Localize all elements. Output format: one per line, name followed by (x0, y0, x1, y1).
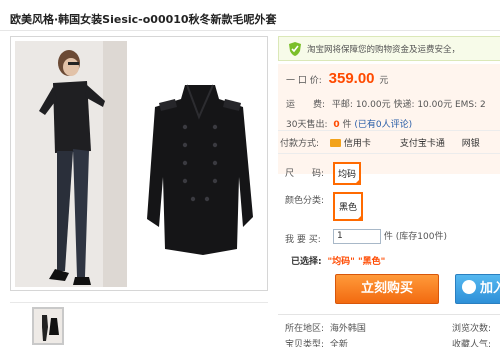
location-value: 海外韩国 (329, 324, 366, 334)
buy-now-button[interactable]: 立刻购买 (335, 274, 439, 304)
price-label: 一 口 价: (286, 76, 322, 86)
quantity-label: 我 要 买: (285, 235, 321, 245)
color-label: 颜色分类: (285, 196, 325, 206)
title-divider (0, 30, 500, 31)
views-label: 浏览次数: (452, 324, 492, 334)
add-to-cart-label: 加入 (480, 281, 500, 296)
payment-method-alipay[interactable]: 支付宝卡通 (400, 139, 445, 149)
shipping-row: 运 费: 平邮: 10.00元 快递: 10.00元 EMS: 2 (286, 97, 486, 110)
jacket-photo (135, 77, 265, 277)
sales-unit: 件 (342, 120, 352, 130)
location-label: 所在地区: (285, 324, 325, 334)
product-title: 欧美风格·韩国女装Siesic-o00010秋冬新款毛呢外套 (10, 13, 277, 26)
type-value: 全新 (329, 340, 348, 347)
selected-corner-icon (356, 214, 364, 221)
selected-row: 已选择: "均码" "黑色" (291, 254, 385, 267)
stock-text: (库存100件) (395, 232, 447, 242)
payment-method-credit[interactable]: 信用卡 (344, 139, 371, 149)
sales-count: 0 (333, 120, 340, 130)
color-option-label: 黑色 (339, 203, 358, 213)
price-row: 一 口 价: 359.00 元 (286, 70, 388, 87)
price-unit: 元 (379, 76, 389, 86)
cart-icon (462, 280, 476, 294)
selected-label: 已选择: (291, 257, 322, 267)
shipping-text: 平邮: 10.00元 快递: 10.00元 EMS: 2 (331, 100, 486, 110)
guarantee-text: 淘宝网将保障您的购物资金及运费安全， (307, 45, 461, 55)
sales-label: 30天售出: (286, 120, 328, 130)
main-product-image[interactable] (10, 36, 268, 291)
reviews-link[interactable]: (已有0人评论) (354, 120, 412, 130)
size-option[interactable]: 均码 (333, 162, 362, 185)
price-value: 359.00 (328, 70, 375, 87)
thumbnail-image[interactable] (32, 307, 64, 345)
favorites-row: 收藏人气: (452, 337, 491, 347)
type-row: 宝贝类型: 全新 (285, 337, 348, 347)
thumbnail-strip (10, 302, 268, 347)
location-row: 所在地区: 海外韩国 (285, 321, 366, 334)
shield-icon (287, 41, 303, 60)
favorites-label: 收藏人气: (452, 340, 492, 347)
payment-divider-bottom (278, 153, 500, 154)
quantity-unit: 件 (383, 232, 393, 242)
color-option[interactable]: 黑色 (333, 192, 364, 221)
type-label: 宝贝类型: (285, 340, 325, 347)
selected-corner-icon (354, 178, 362, 185)
payment-method-bank[interactable]: 网银 (462, 139, 480, 149)
quantity-control: 1 件 (库存100件) (333, 229, 447, 244)
payment-label: 付款方式: (280, 139, 320, 149)
payment-divider-top (278, 130, 500, 131)
views-row: 浏览次数: (452, 321, 491, 334)
price-panel: 一 口 价: 359.00 元 运 费: 平邮: 10.00元 快递: 10.0… (278, 64, 500, 174)
quantity-row: 我 要 买: (285, 232, 321, 245)
payment-row: 付款方式: 信用卡 支付宝卡通 网银 (280, 136, 500, 149)
model-photo (15, 41, 127, 287)
selected-value: "均码" "黑色" (327, 257, 386, 267)
size-label: 尺 码: (285, 169, 325, 179)
color-row: 颜色分类: (285, 193, 324, 206)
add-to-cart-button[interactable]: 加入 (455, 274, 500, 304)
credit-card-icon (329, 139, 341, 147)
size-row: 尺 码: (285, 166, 324, 179)
quantity-input[interactable]: 1 (333, 229, 381, 244)
sales-row: 30天售出: 0 件 (已有0人评论) (286, 117, 412, 130)
shipping-label: 运 费: (286, 100, 326, 110)
guarantee-banner: 淘宝网将保障您的购物资金及运费安全， (278, 36, 500, 61)
meta-divider (278, 314, 500, 315)
